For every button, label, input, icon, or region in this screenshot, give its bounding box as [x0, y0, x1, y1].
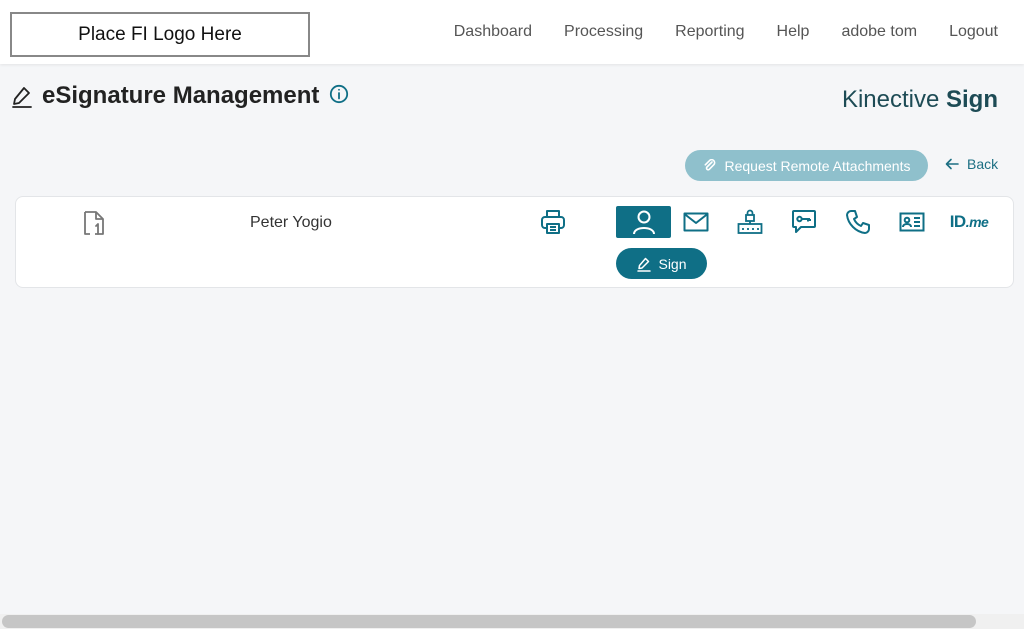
nav-processing[interactable]: Processing — [564, 23, 643, 41]
info-icon[interactable] — [329, 84, 349, 104]
sign-button[interactable]: Sign — [616, 248, 707, 279]
router-method[interactable] — [736, 206, 764, 238]
nav-dashboard[interactable]: Dashboard — [454, 23, 532, 41]
id-card-method[interactable] — [898, 206, 926, 238]
nav-help[interactable]: Help — [777, 23, 810, 41]
chat-key-method[interactable] — [790, 206, 818, 238]
signer-card: Peter Yogio ID.me Sign — [15, 196, 1014, 288]
chat-key-icon — [792, 210, 816, 233]
scrollbar-thumb[interactable] — [2, 615, 976, 628]
back-link[interactable]: Back — [945, 156, 998, 172]
logo-text: Place FI Logo Here — [78, 23, 242, 45]
kinective-sign-brand: Kinective Sign — [842, 86, 998, 114]
sign-label: Sign — [658, 255, 687, 272]
phone-icon — [846, 210, 870, 234]
paperclip-icon — [704, 158, 715, 171]
document-icon[interactable] — [83, 210, 105, 236]
idme-label: ID — [949, 212, 967, 231]
email-icon — [683, 212, 709, 232]
idme-suffix: .me — [965, 214, 989, 230]
main-nav: Dashboard Processing Reporting Help adob… — [422, 0, 998, 64]
pen-icon — [12, 87, 32, 108]
request-remote-attachments-button[interactable]: Request Remote Attachments — [685, 150, 928, 181]
email-method[interactable] — [682, 206, 710, 238]
back-label: Back — [967, 156, 999, 172]
person-method[interactable] — [616, 206, 671, 238]
nav-user-menu[interactable]: adobe tom — [841, 23, 917, 41]
nav-logout[interactable]: Logout — [949, 23, 998, 41]
nav-reporting[interactable]: Reporting — [675, 23, 744, 41]
arrow-left-icon — [945, 158, 959, 170]
brand-suffix: Sign — [946, 86, 998, 113]
idme-icon: ID.me — [950, 212, 989, 232]
page-title: eSignature Management — [42, 82, 320, 109]
router-icon — [737, 209, 763, 234]
signer-name: Peter Yogio — [250, 214, 332, 231]
fi-logo-placeholder[interactable]: Place FI Logo Here — [10, 12, 310, 57]
pen-icon — [637, 257, 652, 272]
page-title-row: eSignature Management — [10, 82, 349, 110]
id-card-icon — [899, 212, 925, 232]
brand-name: Kinective — [841, 86, 946, 113]
phone-method[interactable] — [844, 206, 872, 238]
idme-method[interactable]: ID.me — [948, 206, 990, 238]
top-navigation-bar: Place FI Logo Here Dashboard Processing … — [0, 0, 1024, 64]
horizontal-scrollbar[interactable] — [0, 614, 1024, 629]
person-icon — [632, 210, 655, 235]
request-remote-label: Request Remote Attachments — [724, 157, 911, 174]
printer-icon[interactable] — [540, 209, 566, 235]
